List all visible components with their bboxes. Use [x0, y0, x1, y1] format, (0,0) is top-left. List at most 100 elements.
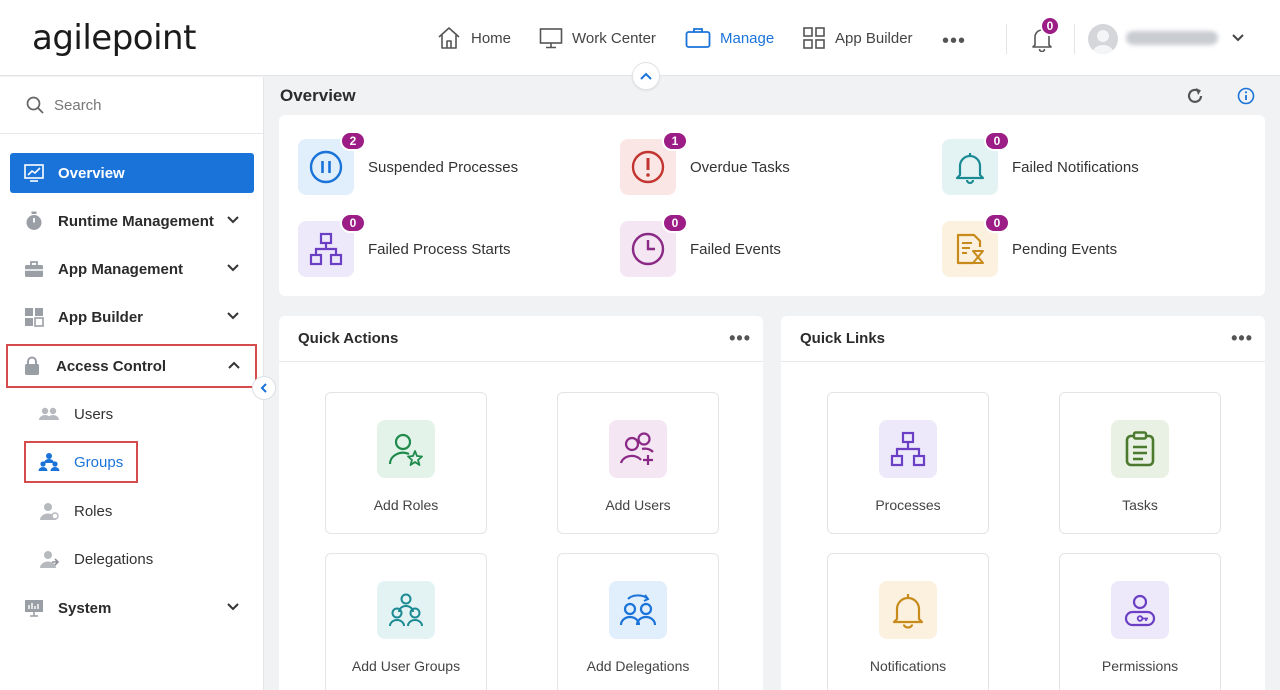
avatar[interactable] [1088, 24, 1118, 54]
sidebar-item-label: App Builder [58, 308, 143, 326]
sidebar-item-overview[interactable]: Overview [10, 153, 254, 193]
tile-label: Add Roles [373, 497, 439, 513]
search-input[interactable]: Search [0, 77, 263, 134]
search-icon [26, 96, 44, 114]
tile-label: Permissions [1101, 658, 1179, 674]
tile-label: Processes [875, 497, 941, 513]
clipboard-icon [1111, 420, 1169, 478]
logo[interactable]: agilepoint [32, 18, 196, 58]
alert-icon: 1 [620, 131, 688, 195]
permissions-tile[interactable]: Permissions [1059, 553, 1221, 690]
add-users-icon [609, 420, 667, 478]
chevron-down-icon [227, 216, 239, 224]
user-name-blurred [1126, 31, 1218, 45]
users-icon [39, 407, 59, 420]
stat-overdue-tasks[interactable]: 1 Overdue Tasks [620, 131, 790, 195]
sidebar-item-label: Access Control [56, 357, 167, 375]
chevron-down-icon [227, 312, 239, 320]
stat-suspended-processes[interactable]: 2 Suspended Processes [298, 131, 518, 195]
panel-title: Quick Actions [298, 330, 399, 347]
sidebar-subitem-label: Groups [74, 453, 124, 471]
count-badge: 1 [662, 131, 688, 151]
nav-home[interactable]: Home [436, 24, 511, 52]
nav-app-builder[interactable]: App Builder [802, 24, 913, 52]
collapse-sidebar-button[interactable] [252, 376, 276, 400]
info-icon[interactable] [1237, 87, 1255, 110]
stat-pending-events[interactable]: 0 Pending Events [942, 213, 1117, 277]
count-badge: 0 [340, 213, 366, 233]
nav-more-button[interactable]: ••• [942, 30, 966, 53]
nav-app-builder-label: App Builder [835, 29, 913, 47]
sidebar-item-label: Runtime Management [58, 212, 214, 230]
nav-manage[interactable]: Manage [685, 24, 774, 52]
refresh-icon[interactable] [1185, 86, 1205, 111]
home-icon [438, 27, 460, 49]
chevron-up-icon [228, 361, 240, 369]
stat-failed-process-starts[interactable]: 0 Failed Process Starts [298, 213, 511, 277]
panel-header: Quick Actions ••• [279, 316, 763, 362]
user-groups-icon [377, 581, 435, 639]
processes-tile[interactable]: Processes [827, 392, 989, 534]
stat-failed-notifications[interactable]: 0 Failed Notifications [942, 131, 1139, 195]
collapse-header-button[interactable] [632, 62, 660, 90]
sidebar-subitem-delegations[interactable]: Delegations [38, 540, 153, 578]
divider [1074, 24, 1075, 54]
add-role-icon [377, 420, 435, 478]
add-users-tile[interactable]: Add Users [557, 392, 719, 534]
top-bar: agilepoint Home Work Center Manage App B… [0, 0, 1280, 90]
grid-icon [803, 27, 825, 49]
nav-work-center[interactable]: Work Center [539, 24, 656, 52]
quick-links-panel: Quick Links ••• Processes Tasks Notifica… [781, 316, 1265, 690]
briefcase-icon [685, 28, 711, 48]
server-icon [25, 600, 43, 617]
grid-icon [25, 308, 44, 327]
more-options-button[interactable]: ••• [1231, 328, 1253, 349]
panel-title: Quick Links [800, 330, 886, 347]
delegation-icon [40, 551, 60, 568]
bell-icon: 0 [942, 131, 1010, 195]
stat-label: Failed Events [690, 240, 781, 258]
sidebar-item-label: App Management [58, 260, 184, 278]
sidebar-item-system[interactable]: System [10, 588, 254, 628]
chevron-down-icon [227, 603, 239, 611]
add-delegations-tile[interactable]: Add Delegations [557, 553, 719, 690]
add-roles-tile[interactable]: Add Roles [325, 392, 487, 534]
sidebar-subitem-users[interactable]: Users [38, 395, 113, 433]
permission-icon [1111, 581, 1169, 639]
tile-label: Notifications [869, 658, 947, 674]
sidebar-item-app-builder[interactable]: App Builder [10, 297, 254, 337]
tile-label: Add User Groups [351, 658, 461, 674]
delegations-icon [609, 581, 667, 639]
count-badge: 0 [984, 131, 1010, 151]
tasks-tile[interactable]: Tasks [1059, 392, 1221, 534]
toolbox-icon [25, 261, 43, 277]
groups-icon [38, 453, 60, 471]
more-options-button[interactable]: ••• [729, 328, 751, 349]
add-user-groups-tile[interactable]: Add User Groups [325, 553, 487, 690]
search-placeholder: Search [54, 96, 102, 114]
hourglass-doc-icon: 0 [942, 213, 1010, 277]
count-badge: 0 [662, 213, 688, 233]
stat-label: Failed Process Starts [368, 240, 511, 258]
chart-monitor-icon [24, 164, 44, 182]
nav-manage-label: Manage [720, 29, 775, 47]
sidebar-item-runtime-management[interactable]: Runtime Management [10, 201, 254, 241]
tile-label: Tasks [1122, 497, 1158, 513]
sidebar-item-app-management[interactable]: App Management [10, 249, 254, 289]
monitor-icon [539, 28, 563, 49]
sidebar-item-access-control[interactable]: Access Control [6, 344, 257, 388]
bell-icon [879, 581, 937, 639]
stat-failed-events[interactable]: 0 Failed Events [620, 213, 781, 277]
sidebar-subitem-groups[interactable]: Groups [24, 441, 138, 483]
quick-actions-panel: Quick Actions ••• Add Roles Add Users Ad… [279, 316, 763, 690]
chevron-down-icon[interactable] [1230, 31, 1246, 50]
notifications-tile[interactable]: Notifications [827, 553, 989, 690]
count-badge: 2 [340, 131, 366, 151]
sidebar-subitem-roles[interactable]: Roles [38, 492, 112, 530]
sidebar: Search Overview Runtime Management App M… [0, 77, 264, 690]
sidebar-subitem-label: Roles [74, 502, 113, 520]
sidebar-subitem-label: Delegations [74, 550, 154, 568]
sidebar-item-label: Overview [58, 164, 125, 182]
role-icon [40, 503, 59, 520]
clock-icon: 0 [620, 213, 688, 277]
